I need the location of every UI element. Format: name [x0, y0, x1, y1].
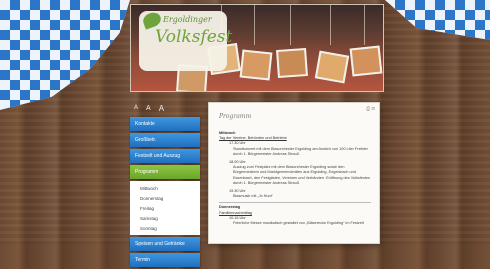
submenu-donnerstag[interactable]: Donnerstag — [130, 193, 200, 203]
event-description: Feierliche Messe musikalisch gestaltet v… — [233, 221, 364, 226]
event-description: Blasmusik mit „Jo Nuni“ — [233, 194, 273, 199]
nav-item-speisen[interactable]: Speisen und Getränke — [130, 237, 200, 251]
programm-submenu: Mittwoch Donnerstag Freitag Samstag Sonn… — [130, 181, 200, 235]
font-size-toolbar: A A A — [130, 103, 204, 113]
font-increase-button[interactable]: A — [159, 104, 164, 113]
gingerbread-heart — [239, 49, 273, 81]
gingerbread-heart — [276, 47, 308, 79]
event-description: Auszug zum Festplatz mit dem Blasorchest… — [233, 165, 370, 185]
nav-item-festzelt[interactable]: Festzelt und Auszug — [130, 149, 200, 163]
program-body: Mittwoch Tag der Vereine, Behörden und B… — [219, 131, 371, 226]
banner-string — [290, 5, 291, 45]
print-email-icons[interactable]: ⎙ ✉ — [366, 106, 375, 112]
gingerbread-heart — [349, 45, 383, 77]
site-logo[interactable]: Ergoldinger Volksfest — [139, 10, 232, 71]
nav-item-termin[interactable]: Termin — [130, 253, 200, 267]
logo-main-text: Volksfest — [155, 27, 233, 47]
nav-item-grossbetr[interactable]: Großbetr. — [130, 133, 200, 147]
bavarian-flag-left — [0, 0, 130, 110]
banner-string — [254, 5, 255, 45]
event-description: Standkonzert mit dem Blasorchester Ergol… — [233, 146, 368, 156]
nav-item-programm[interactable]: Programm — [130, 165, 200, 179]
logo-top-text: Ergoldinger — [163, 15, 212, 24]
content-panel: ⎙ ✉ Programm Mittwoch Tag der Vereine, B… — [208, 102, 380, 244]
bavarian-flag-right — [385, 0, 490, 40]
nav-item-kontakte[interactable]: Kontakte — [130, 117, 200, 131]
divider — [219, 202, 371, 204]
font-decrease-button[interactable]: A — [134, 105, 138, 111]
submenu-sonntag[interactable]: Sonntag — [130, 223, 200, 233]
sidebar-nav: Kontakte Großbetr. Festzelt und Auszug P… — [130, 117, 200, 269]
gingerbread-heart — [314, 50, 350, 84]
submenu-mittwoch[interactable]: Mittwoch — [130, 183, 200, 193]
submenu-freitag[interactable]: Freitag — [130, 203, 200, 213]
submenu-samstag[interactable]: Samstag — [130, 213, 200, 223]
header-banner: Ergoldinger Volksfest — [130, 4, 384, 92]
banner-string — [330, 5, 331, 45]
page-title: Programm — [219, 113, 252, 120]
font-reset-button[interactable]: A — [146, 105, 151, 112]
banner-string — [364, 5, 365, 45]
